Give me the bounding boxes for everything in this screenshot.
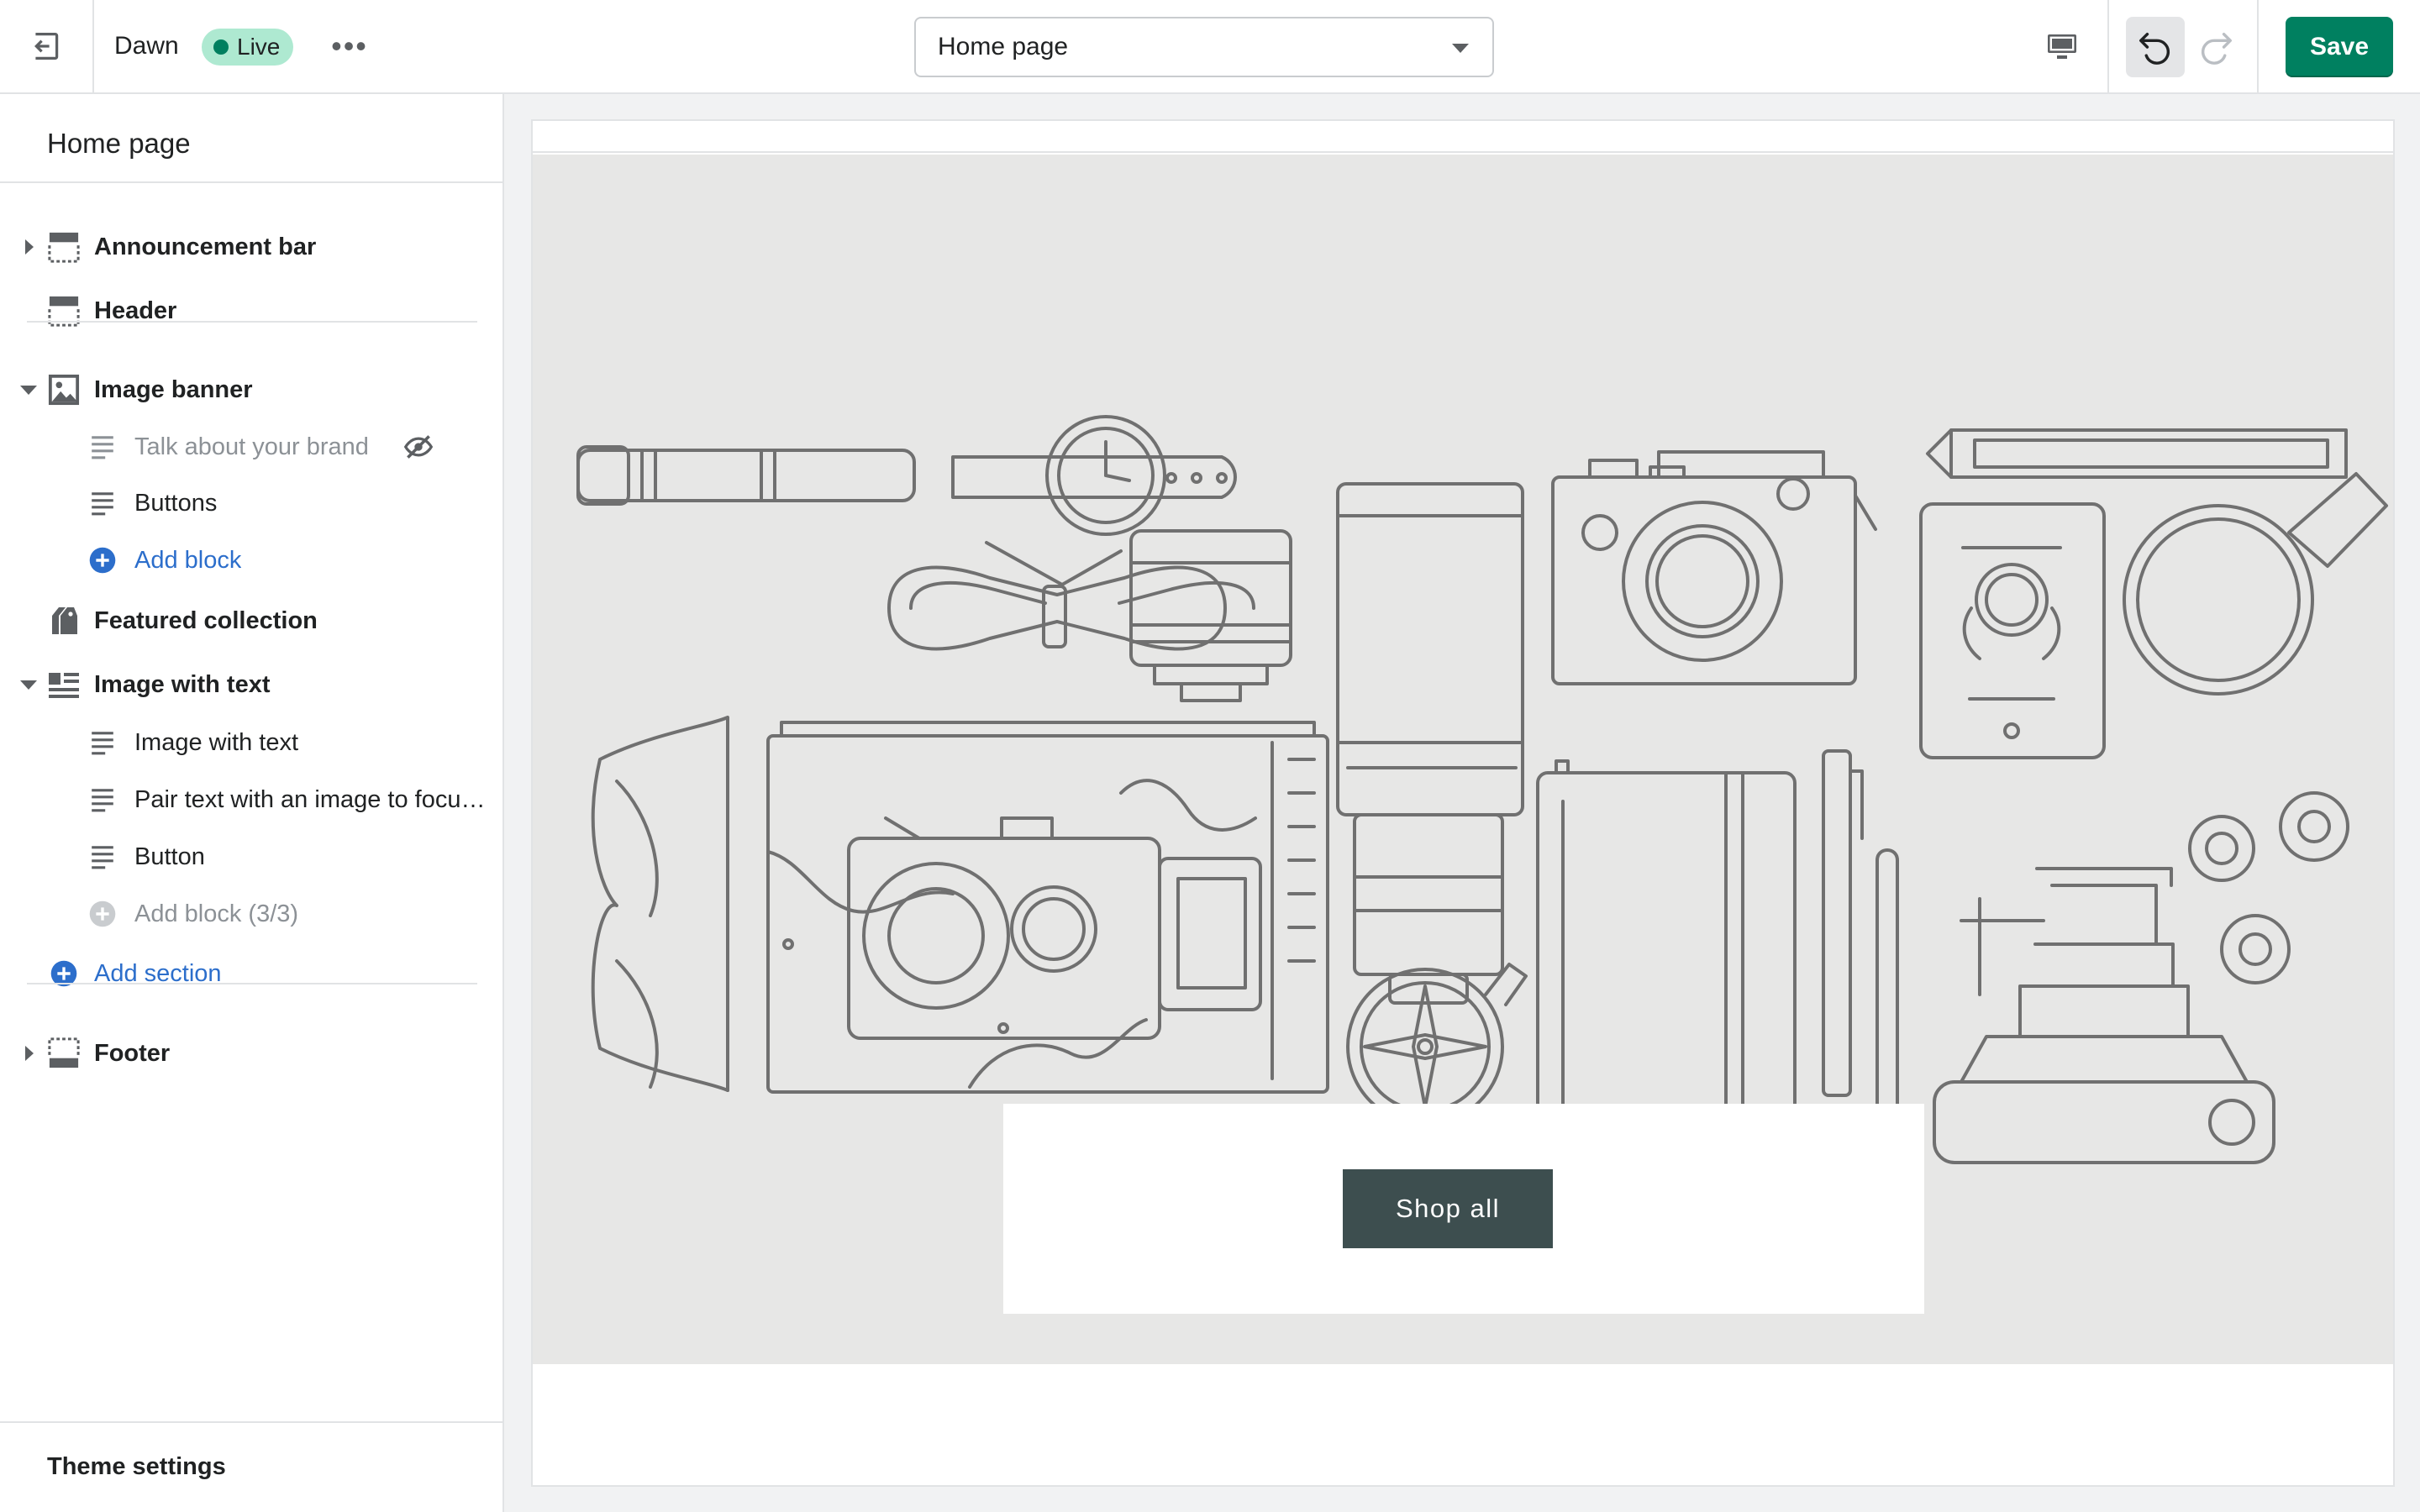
chevron-right-icon[interactable] (25, 1046, 34, 1061)
add-circle-icon (47, 957, 81, 990)
chevron-down-icon[interactable] (20, 680, 37, 690)
divider (27, 321, 477, 323)
section-icon (47, 230, 81, 264)
sunglasses-illustration (591, 716, 729, 1092)
section-icon (47, 294, 81, 328)
section-announcement-bar[interactable]: Announcement bar (0, 220, 502, 274)
status-badge: Live (202, 29, 294, 66)
text-block-icon (87, 727, 118, 758)
exit-icon (34, 32, 59, 60)
text-block-icon (87, 842, 118, 872)
add-block-label: Add block (134, 546, 242, 574)
hidden-eye-icon[interactable] (402, 430, 435, 464)
toolbar-divider (2257, 0, 2259, 92)
editor-topbar: Dawn Live ••• Home page Save (0, 0, 2420, 94)
magnifying-glass-illustration (2123, 472, 2388, 696)
save-button[interactable]: Save (2286, 17, 2393, 77)
redo-button[interactable] (2186, 17, 2245, 77)
rangefinder-camera-illustration (847, 816, 1262, 1040)
undo-button[interactable] (2126, 17, 2185, 77)
section-icon (47, 1037, 81, 1070)
exit-button[interactable] (0, 0, 94, 92)
text-block-icon (87, 785, 118, 815)
add-block-button-disabled[interactable]: Add block (3/3) (0, 887, 502, 941)
block-label: Image with text (134, 728, 299, 756)
section-header[interactable]: Header (0, 284, 502, 338)
block-buttons[interactable]: Buttons (0, 476, 502, 530)
chevron-down-icon (1452, 44, 1469, 53)
passport-illustration (1919, 502, 2106, 759)
block-talk-about-brand[interactable]: Talk about your brand (0, 420, 502, 474)
more-icon: ••• (331, 29, 368, 63)
live-dot-icon (213, 39, 229, 55)
camera-illustration (1551, 450, 1877, 685)
preview-announcement-bar[interactable] (533, 121, 2393, 153)
add-section-button[interactable]: Add section (0, 947, 502, 1000)
page-selector-value: Home page (938, 33, 1069, 60)
block-button[interactable]: Button (0, 830, 502, 884)
chevron-right-icon[interactable] (25, 239, 34, 255)
image-banner[interactable]: Shop all (533, 155, 2393, 1364)
watch-illustration (576, 415, 1237, 536)
shop-all-button[interactable]: Shop all (1343, 1169, 1553, 1248)
image-text-icon (47, 668, 81, 701)
toolbar-divider (2107, 0, 2109, 92)
section-label: Footer (94, 1039, 171, 1067)
collection-icon (47, 604, 81, 638)
compass-illustration (1346, 963, 1528, 1126)
add-block-label: Add block (3/3) (134, 900, 299, 927)
section-label: Featured collection (94, 606, 318, 634)
image-icon (47, 373, 81, 407)
banner-content-box: Shop all (1003, 1104, 1924, 1314)
block-label: Talk about your brand (134, 433, 369, 460)
block-label: Pair text with an image to focus on your… (134, 785, 487, 813)
store-preview: Shop all (533, 121, 2393, 1485)
text-block-icon (87, 432, 118, 462)
section-label: Image banner (94, 375, 253, 403)
theme-settings-label: Theme settings (47, 1453, 226, 1480)
text-block-icon (87, 488, 118, 518)
chevron-down-icon[interactable] (20, 385, 37, 395)
bow-tie-illustration (887, 541, 1255, 651)
add-circle-icon (87, 545, 118, 575)
section-image-banner[interactable]: Image banner (0, 363, 502, 417)
block-pair-text[interactable]: Pair text with an image to focus on your… (0, 773, 502, 827)
divider (0, 181, 502, 183)
add-circle-icon (87, 899, 118, 929)
block-label: Buttons (134, 489, 218, 517)
theme-settings-button[interactable]: Theme settings (0, 1421, 502, 1512)
sections-sidebar: Home page Announcement bar Header Image … (0, 94, 504, 1512)
tape-roll-illustration (2188, 791, 2349, 984)
section-image-with-text[interactable]: Image with text (0, 658, 502, 711)
desktop-icon (2048, 34, 2076, 59)
device-preview-button[interactable] (2042, 27, 2082, 67)
pencil-illustration (1926, 428, 2348, 479)
undo-icon (2139, 32, 2170, 65)
section-footer[interactable]: Footer (0, 1026, 502, 1080)
lens-illustration (1129, 529, 1292, 702)
more-actions-button[interactable]: ••• (324, 25, 375, 67)
divider (27, 983, 477, 984)
pen-illustration (1822, 749, 1899, 1159)
block-image-with-text[interactable]: Image with text (0, 716, 502, 769)
page-selector[interactable]: Home page (914, 17, 1494, 77)
section-label: Announcement bar (94, 233, 317, 260)
block-label: Button (134, 843, 205, 870)
status-badge-label: Live (237, 34, 281, 60)
redo-icon (2201, 32, 2232, 65)
sidebar-title: Home page (47, 128, 191, 159)
theme-name: Dawn (114, 32, 179, 60)
instant-camera-illustration (1933, 867, 2275, 1164)
telephoto-lens-illustration (1336, 482, 1524, 1005)
notebook-illustration (1536, 759, 1797, 1161)
section-label: Image with text (94, 670, 271, 698)
add-block-button[interactable]: Add block (0, 533, 502, 587)
section-featured-collection[interactable]: Featured collection (0, 594, 502, 648)
